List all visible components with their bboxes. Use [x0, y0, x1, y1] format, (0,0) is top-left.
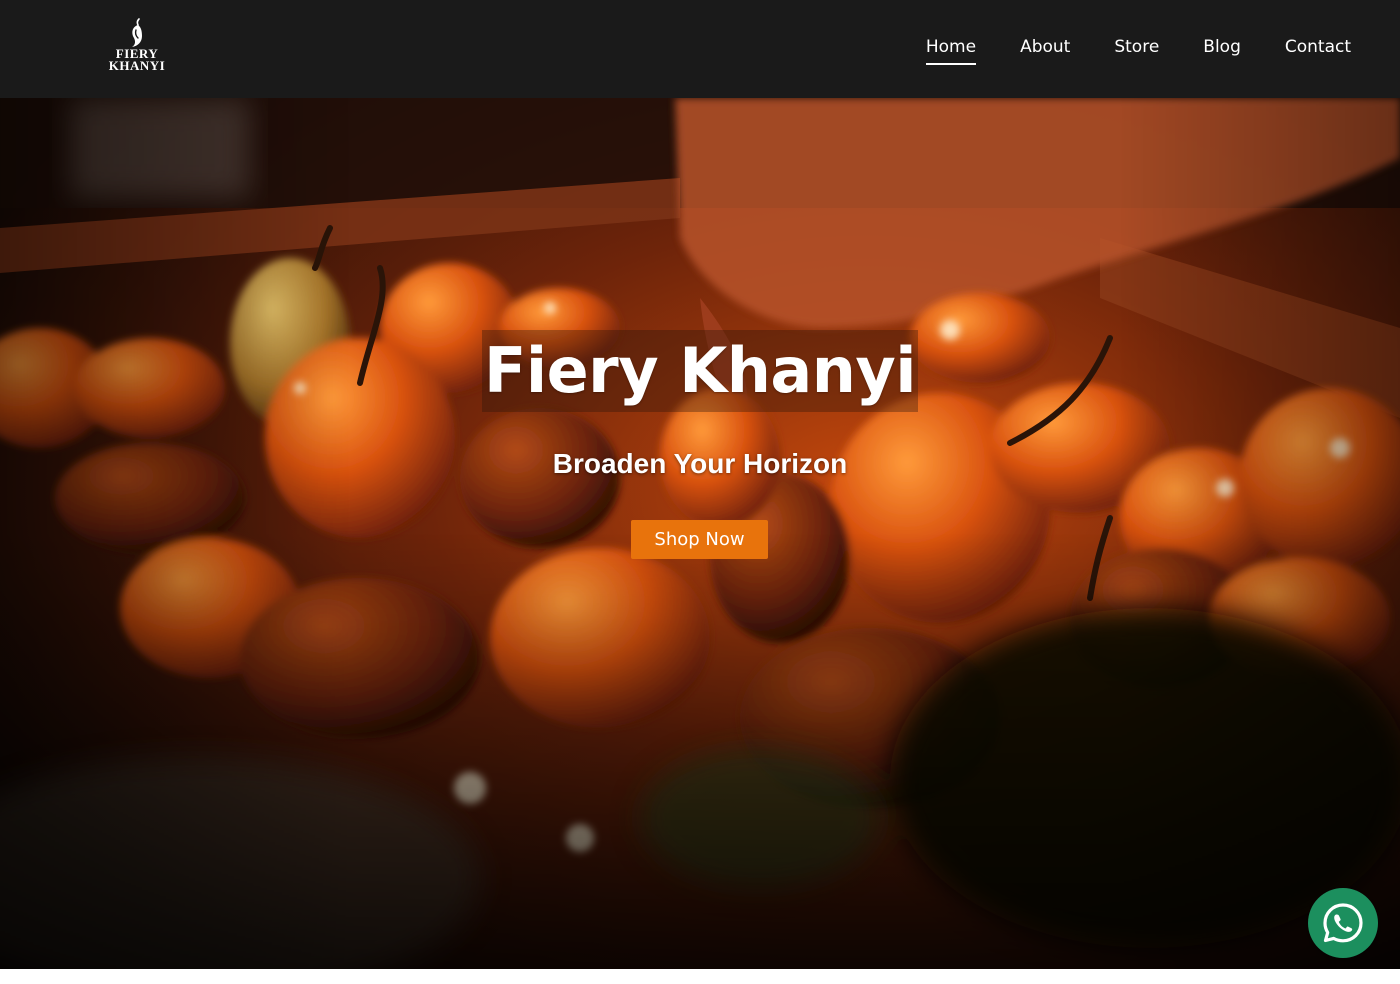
hero-subtitle: Broaden Your Horizon [552, 448, 848, 479]
nav-about[interactable]: About [1020, 37, 1070, 61]
logo-line-2: KHANYI [108, 58, 166, 73]
main-nav: Home About Store Blog Contact [925, 0, 1351, 98]
site-header: FIERY KHANYI Home About Store Blog Conta… [0, 0, 1400, 98]
page: FIERY KHANYI Home About Store Blog Conta… [0, 0, 1400, 984]
hero-title: Fiery Khanyi [483, 334, 917, 407]
nav-contact[interactable]: Contact [1285, 37, 1351, 61]
whatsapp-chat-button[interactable] [1308, 888, 1378, 958]
page-bottom-edge [0, 969, 1400, 984]
hero-title-box: Fiery Khanyi [482, 330, 918, 412]
nav-store[interactable]: Store [1114, 37, 1159, 61]
hero-section: Fiery Khanyi Broaden Your Horizon Shop N… [0, 98, 1400, 969]
nav-blog[interactable]: Blog [1203, 37, 1241, 61]
site-logo[interactable]: FIERY KHANYI [104, 18, 170, 82]
whatsapp-icon [1323, 903, 1363, 943]
shop-now-button[interactable]: Shop Now [631, 520, 768, 559]
chili-pepper-icon [132, 18, 142, 47]
nav-home[interactable]: Home [925, 37, 977, 65]
